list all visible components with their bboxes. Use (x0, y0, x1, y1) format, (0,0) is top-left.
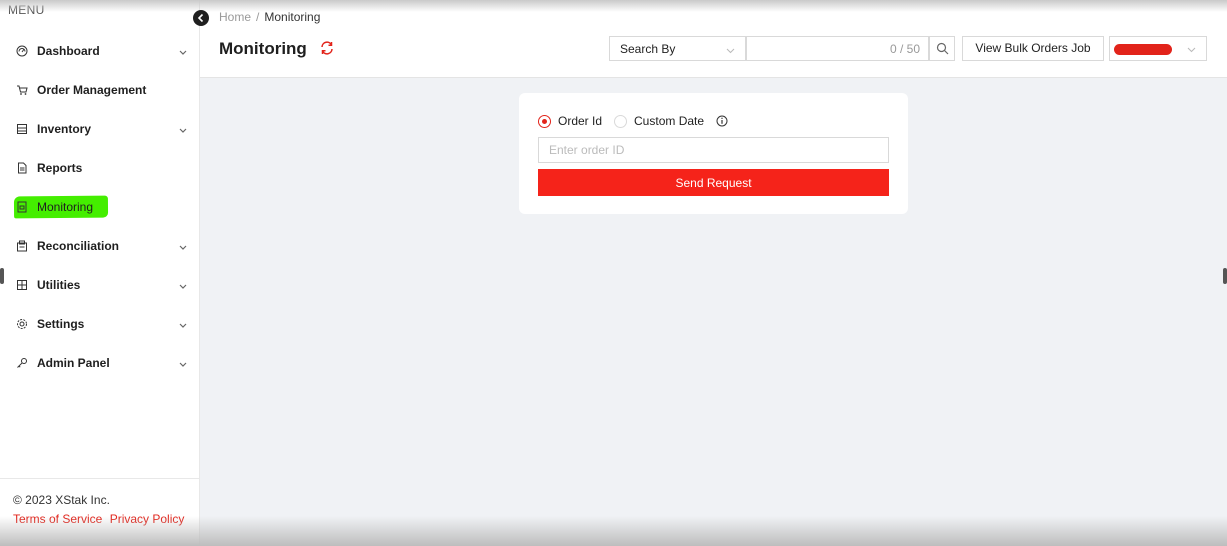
sidebar-item-reports[interactable]: Reports (0, 148, 200, 187)
radio-order-id[interactable]: Order Id (538, 114, 602, 128)
reconciliation-icon (15, 239, 29, 253)
chevron-down-icon (179, 45, 187, 59)
sidebar-item-dashboard[interactable]: Dashboard (0, 31, 200, 70)
copyright-text: © 2023 XStak Inc. (13, 493, 110, 507)
right-edge-handle (1223, 268, 1227, 284)
sidebar-footer: © 2023 XStak Inc. Terms of Service Priva… (0, 478, 200, 546)
order-id-input[interactable] (538, 137, 889, 163)
chevron-down-icon (179, 123, 187, 137)
info-icon[interactable] (716, 115, 728, 127)
sidebar-item-settings[interactable]: Settings (0, 304, 200, 343)
chevron-down-icon (179, 318, 187, 332)
breadcrumb-home[interactable]: Home (219, 10, 251, 24)
sidebar-item-label: Utilities (37, 277, 81, 292)
sidebar-item-label: Dashboard (37, 43, 100, 58)
sidebar-item-admin-panel[interactable]: Admin Panel (0, 343, 200, 382)
sidebar-item-order-management[interactable]: Order Management (0, 70, 200, 109)
left-edge-handle (0, 268, 4, 284)
inventory-icon (15, 122, 29, 136)
footer-links: Terms of Service Privacy Policy (13, 512, 200, 526)
radio-custom-date-label: Custom Date (634, 114, 705, 128)
radio-custom-date[interactable]: Custom Date (614, 114, 704, 128)
sidebar-item-label: Order Management (37, 82, 147, 97)
sidebar-item-monitoring[interactable]: Monitoring (0, 187, 200, 226)
privacy-policy-link[interactable]: Privacy Policy (110, 512, 185, 526)
monitor-icon (15, 200, 29, 214)
breadcrumb-current: Monitoring (264, 10, 321, 24)
search-char-counter: 0 / 50 (889, 42, 920, 56)
chevron-down-icon (179, 357, 187, 371)
search-by-select[interactable]: Search By (609, 36, 746, 61)
page-title: Monitoring (219, 39, 307, 58)
sidebar-collapse-button[interactable] (193, 10, 209, 26)
key-icon (15, 356, 29, 370)
file-icon (15, 161, 29, 175)
breadcrumb-separator: / (256, 10, 260, 24)
breadcrumb: Home / Monitoring (219, 10, 320, 24)
sidebar-item-label: Reports (37, 160, 83, 175)
search-button[interactable] (929, 36, 955, 61)
chevron-down-icon (179, 279, 187, 293)
sidebar-item-label: Admin Panel (37, 355, 110, 370)
sidebar-item-label: Reconciliation (37, 238, 120, 253)
page-header: Home / Monitoring Monitoring Search By 0 /… (200, 0, 1227, 78)
sidebar-item-reconciliation[interactable]: Reconciliation (0, 226, 200, 265)
search-by-value: Search By (620, 42, 676, 56)
refresh-icon[interactable] (319, 40, 335, 56)
sidebar: MENU Dashboard Order Management Inventor… (0, 0, 200, 546)
chevron-down-icon (179, 240, 187, 254)
cart-icon (15, 83, 29, 97)
redacted-store-name (1114, 44, 1172, 55)
sidebar-item-utilities[interactable]: Utilities (0, 265, 200, 304)
send-request-button[interactable]: Send Request (538, 169, 889, 196)
radio-checked-icon (538, 114, 551, 128)
chevron-down-icon (726, 43, 735, 57)
sidebar-item-label: Inventory (37, 121, 92, 136)
monitoring-request-card: Order Id Custom Date Send Request (519, 93, 908, 214)
view-bulk-orders-job-button[interactable]: View Bulk Orders Job (962, 36, 1104, 61)
sidebar-nav: Dashboard Order Management Inventory Rep… (0, 31, 200, 382)
dashboard-icon (15, 44, 29, 58)
chevron-left-icon (197, 13, 204, 23)
sidebar-item-inventory[interactable]: Inventory (0, 109, 200, 148)
gear-icon (15, 317, 29, 331)
store-select[interactable] (1109, 36, 1207, 61)
search-icon (936, 42, 948, 55)
menu-label: MENU (8, 3, 45, 17)
search-input[interactable]: 0 / 50 (746, 36, 929, 61)
radio-unchecked-icon (614, 114, 628, 128)
search-type-radio-group: Order Id Custom Date (538, 114, 728, 128)
chevron-down-icon (1187, 42, 1196, 56)
sidebar-item-label: Monitoring (37, 199, 94, 214)
sidebar-item-label: Settings (37, 316, 85, 331)
radio-order-id-label: Order Id (558, 114, 603, 128)
terms-of-service-link[interactable]: Terms of Service (13, 512, 102, 526)
utilities-icon (15, 278, 29, 292)
